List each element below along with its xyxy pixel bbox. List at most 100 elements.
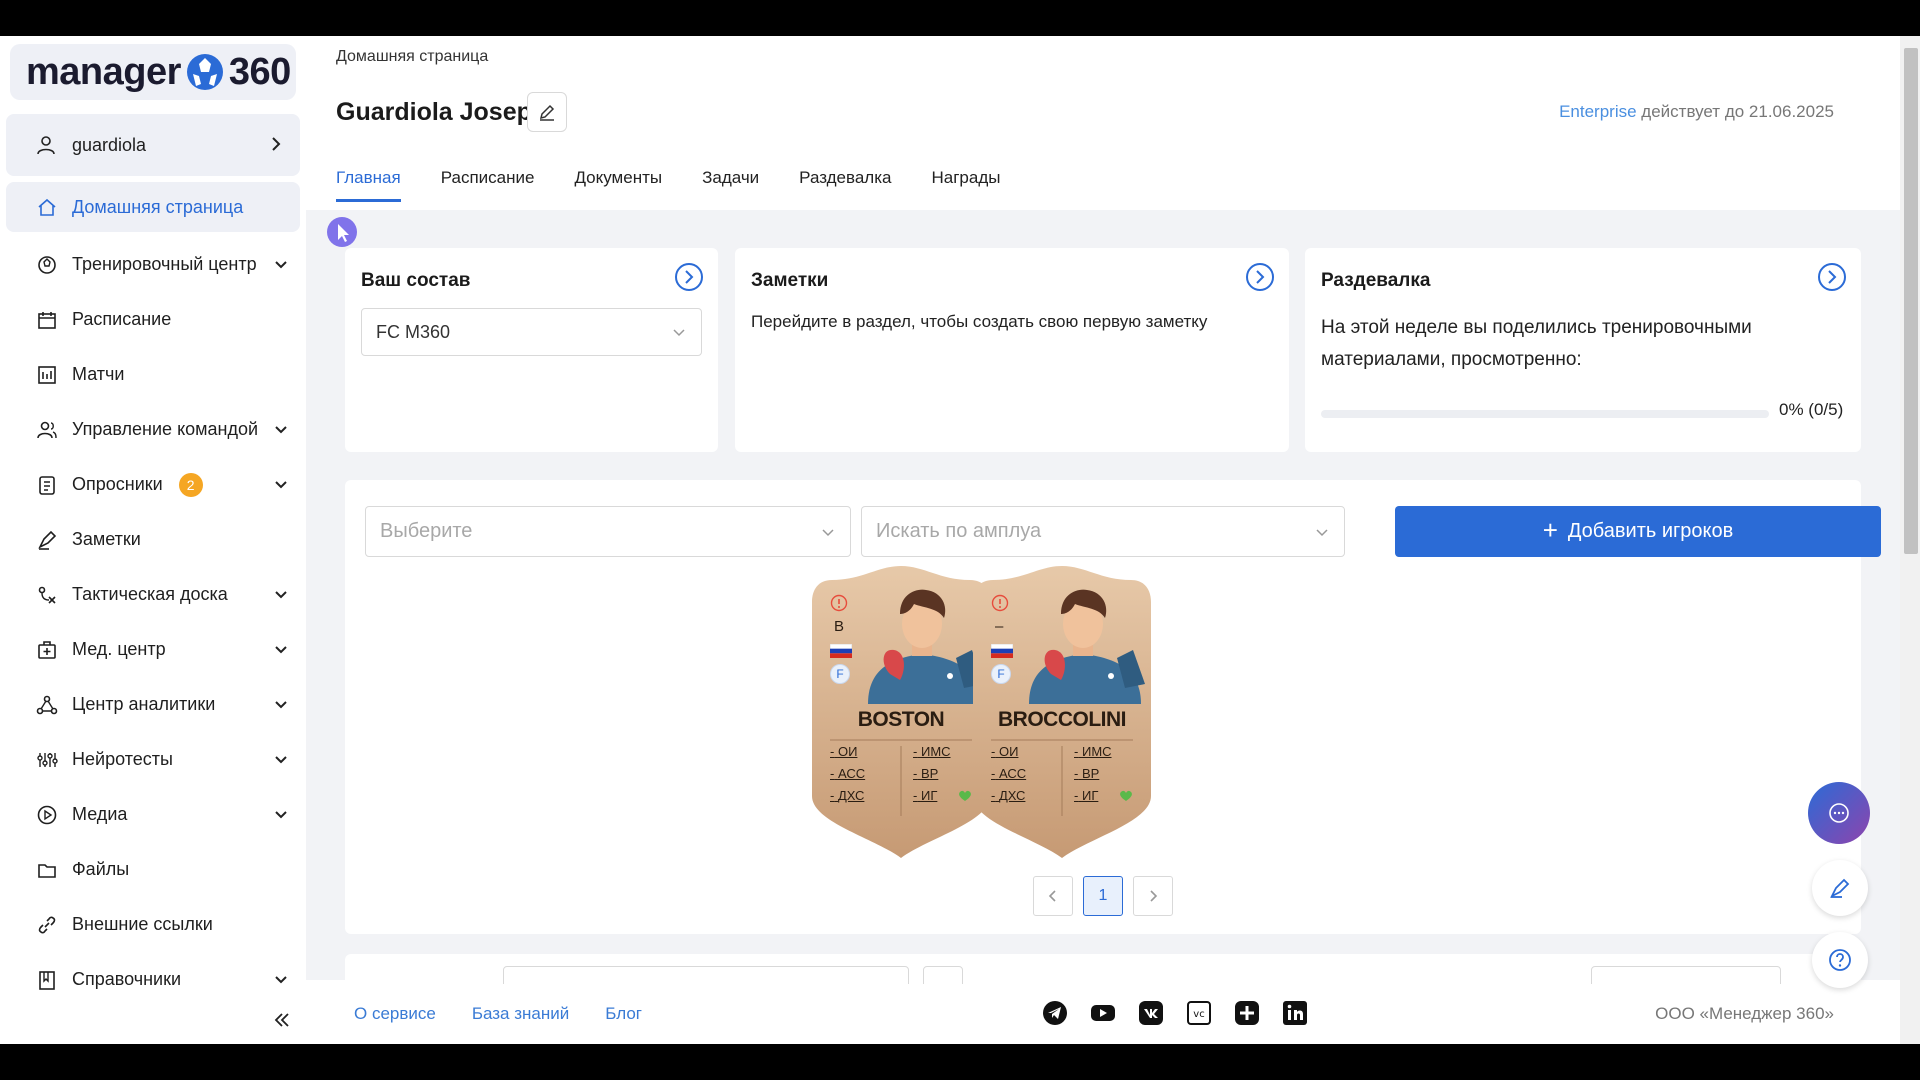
tabs: Главная Расписание Документы Задачи Раздевал… bbox=[336, 168, 1040, 202]
pen-icon bbox=[1829, 878, 1850, 899]
scrollbar-thumb[interactable] bbox=[1904, 48, 1918, 554]
go-to-locker-icon[interactable] bbox=[1817, 262, 1847, 292]
tab[interactable]: Награды bbox=[932, 168, 1001, 202]
footer-link[interactable]: База знаний bbox=[472, 1004, 569, 1024]
filter-select[interactable]: Выберите bbox=[365, 506, 851, 557]
footer-link[interactable]: Блог bbox=[605, 1004, 642, 1024]
play-icon bbox=[37, 805, 57, 824]
sidebar-item[interactable]: Тактическая доска bbox=[6, 567, 300, 622]
stat-label: ИГ bbox=[1081, 788, 1099, 803]
player-card[interactable]: – F BROCCOLINI - ОИ - АСС - ДХС - ИМС - ВР -… bbox=[969, 566, 1155, 858]
locker-card: Раздевалка На этой неделе вы поделились … bbox=[1305, 248, 1861, 452]
page-button[interactable]: 1 bbox=[1083, 876, 1123, 916]
player-name: BROCCOLINI bbox=[998, 708, 1127, 731]
team-select[interactable]: FC M360 bbox=[361, 308, 702, 356]
stat-dash: - bbox=[830, 744, 835, 759]
chevron-down-icon bbox=[275, 591, 287, 599]
sidebar-item[interactable]: Файлы bbox=[6, 842, 300, 897]
medical-icon bbox=[38, 640, 56, 659]
edit-profile-button[interactable] bbox=[527, 92, 567, 132]
social-links: vc bbox=[1042, 1000, 1330, 1026]
youtube-icon[interactable] bbox=[1090, 1000, 1116, 1026]
foot-badge: F bbox=[830, 664, 850, 684]
page-scrollbar[interactable] bbox=[1900, 36, 1920, 1044]
info-icon[interactable] bbox=[830, 594, 848, 612]
tab[interactable]: Раздевалка bbox=[799, 168, 891, 202]
go-to-notes-icon[interactable] bbox=[1245, 262, 1275, 292]
sidebar-item-label: Матчи bbox=[72, 364, 125, 384]
sidebar-item[interactable]: Внешние ссылки bbox=[6, 897, 300, 952]
vk-icon[interactable] bbox=[1138, 1000, 1164, 1026]
sidebar-item[interactable]: Справочники bbox=[6, 952, 300, 1007]
sidebar-item-label: Справочники bbox=[72, 969, 182, 989]
linkedin-icon[interactable] bbox=[1282, 1000, 1308, 1026]
plan-name[interactable]: Enterprise bbox=[1559, 102, 1636, 121]
chat-icon bbox=[1829, 803, 1849, 823]
locker-progress-label: 0% (0/5) bbox=[1779, 400, 1844, 419]
stat-dash: - bbox=[913, 766, 918, 781]
add-players-button[interactable]: + Добавить игроков bbox=[1395, 506, 1881, 557]
ball-logo-icon bbox=[186, 54, 223, 90]
player-avatar bbox=[1029, 589, 1145, 704]
logo[interactable]: manager 360 bbox=[10, 44, 296, 100]
stat-label: ОИ bbox=[837, 744, 858, 759]
stat-label: АСС bbox=[998, 766, 1027, 781]
plus-icon[interactable] bbox=[1234, 1000, 1260, 1026]
stat-label: ДХС bbox=[998, 788, 1026, 803]
sidebar-item[interactable]: Опросники 2 bbox=[6, 457, 300, 512]
go-to-squad-icon[interactable] bbox=[674, 262, 704, 292]
footer-links: О сервисе База знаний Блог bbox=[354, 1004, 678, 1024]
help-icon bbox=[1829, 949, 1851, 971]
info-icon[interactable] bbox=[991, 594, 1009, 612]
next-page-button[interactable] bbox=[1133, 876, 1173, 916]
breadcrumb[interactable]: Домашняя страница bbox=[336, 48, 488, 66]
tab[interactable]: Документы bbox=[574, 168, 662, 202]
sidebar-item[interactable]: Управление командой bbox=[6, 402, 300, 457]
filter-select-placeholder: Выберите bbox=[380, 520, 473, 542]
collapse-sidebar-icon[interactable] bbox=[272, 1010, 292, 1030]
ball-icon bbox=[38, 255, 56, 274]
sidebar-item[interactable]: Мед. центр bbox=[6, 622, 300, 677]
user-menu[interactable]: guardiola bbox=[6, 114, 300, 176]
sidebar-item-label: Мед. центр bbox=[72, 639, 166, 659]
sidebar-item-label: Управление командой bbox=[72, 419, 259, 439]
telegram-icon[interactable] bbox=[1042, 1000, 1068, 1026]
chevron-down-icon bbox=[822, 528, 834, 536]
sidebar-item[interactable]: Домашняя страница bbox=[6, 182, 300, 232]
footer-link[interactable]: О сервисе bbox=[354, 1004, 436, 1024]
chevron-down-icon bbox=[275, 976, 287, 984]
squad-card-title: Ваш состав bbox=[361, 270, 471, 291]
team-select-value: FC M360 bbox=[376, 321, 451, 342]
sidebar-item-label: Заметки bbox=[72, 529, 141, 549]
notes-card: Заметки Перейдите в раздел, чтобы создат… bbox=[735, 248, 1289, 452]
sidebar-item[interactable]: Тренировочный центр bbox=[6, 237, 300, 292]
player-stats: - ОИ - АСС - ДХС - ИМС - ВР - ИГ bbox=[830, 744, 972, 810]
sidebar-item[interactable]: Центр аналитики bbox=[6, 677, 300, 732]
pen-icon bbox=[38, 530, 57, 550]
tab[interactable]: Главная bbox=[336, 168, 401, 202]
user-icon bbox=[37, 136, 55, 155]
tab[interactable]: Расписание bbox=[441, 168, 535, 202]
sidebar-item[interactable]: Матчи bbox=[6, 347, 300, 402]
sidebar-item[interactable]: Нейротесты bbox=[6, 732, 300, 787]
plus-icon: + bbox=[1542, 514, 1558, 545]
team-icon bbox=[37, 421, 57, 438]
sidebar-item[interactable]: Медиа bbox=[6, 787, 300, 842]
sidebar-item-label: Медиа bbox=[72, 804, 128, 824]
player-card[interactable]: B F BOSTON - ОИ - АСС - ДХС - ИМС - ВР - ИГ bbox=[808, 566, 994, 858]
vc-icon[interactable]: vc bbox=[1186, 1000, 1212, 1026]
prev-page-button[interactable] bbox=[1033, 876, 1073, 916]
sidebar-item-label: Тактическая доска bbox=[72, 584, 228, 604]
stats-left-column: - ОИ - АСС - ДХС bbox=[991, 744, 1062, 810]
survey-count-badge: 2 bbox=[178, 472, 203, 497]
sidebar-item[interactable]: Расписание bbox=[6, 292, 300, 347]
help-button[interactable] bbox=[1812, 932, 1868, 988]
stat-label: ИГ bbox=[920, 788, 938, 803]
sidebar-item[interactable]: Заметки bbox=[6, 512, 300, 567]
chat-button[interactable] bbox=[1808, 782, 1870, 844]
tab[interactable]: Задачи bbox=[702, 168, 759, 202]
tactics-fab-button[interactable] bbox=[1812, 860, 1868, 916]
role-search-select[interactable]: Искать по амплуа bbox=[861, 506, 1345, 557]
link-icon bbox=[38, 916, 56, 933]
analytics-icon bbox=[36, 695, 58, 714]
